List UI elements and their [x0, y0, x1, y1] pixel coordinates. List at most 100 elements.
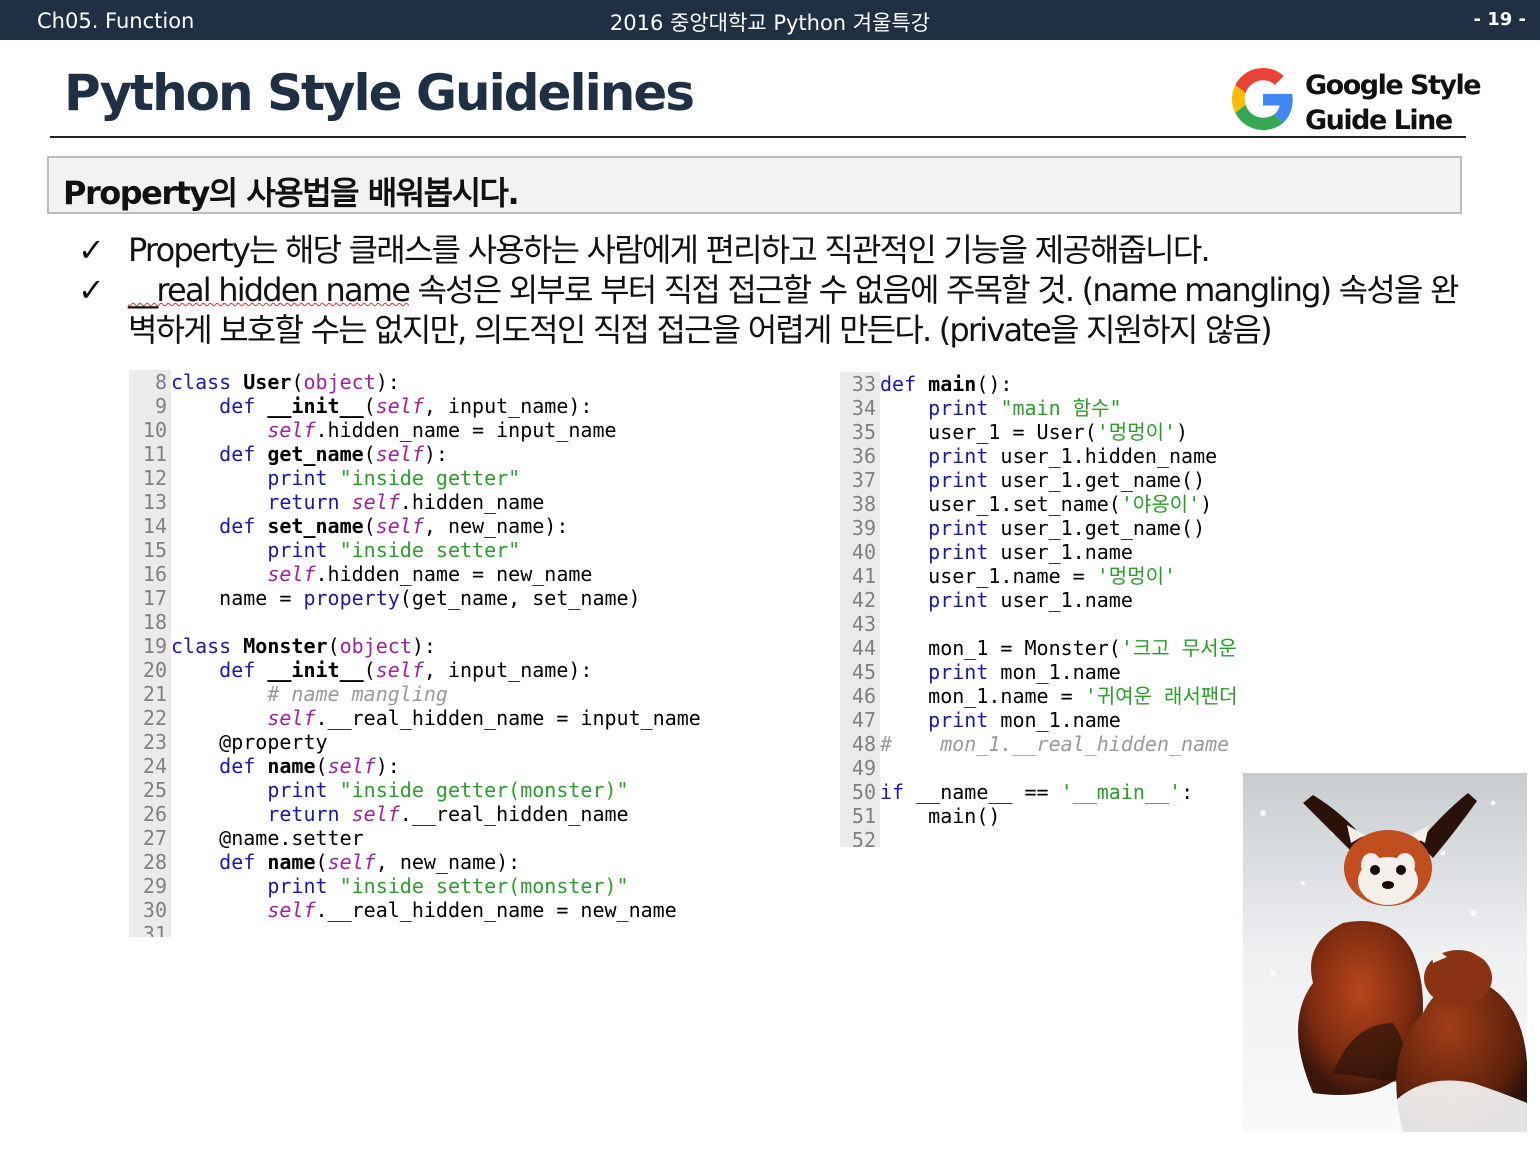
red-panda-photo	[1243, 773, 1527, 1132]
code-line: 14 def set_name(self, new_name):	[129, 514, 568, 538]
code-line: 24 def name(self):	[129, 754, 400, 778]
code-text: print user_1.get_name()	[928, 468, 1206, 492]
code-line: 25 print "inside getter(monster)"	[129, 778, 629, 802]
code-line: 20 def __init__(self, input_name):	[129, 658, 593, 682]
line-number: 27	[142, 826, 167, 850]
code-text: def name(self):	[219, 754, 400, 778]
check-icon: ✓	[78, 271, 105, 309]
google-g-icon	[1232, 68, 1293, 130]
code-line: 30 self.__real_hidden_name = new_name	[129, 898, 677, 922]
line-number: 25	[142, 778, 167, 802]
code-text: mon_1.name = '귀여운 래서팬더'	[880, 684, 1240, 708]
code-line: 34 print "main 함수"	[840, 396, 1122, 420]
section-heading: Property의 사용법을 배워봅시다.	[63, 174, 520, 212]
style-guide-line2: Guide Line	[1305, 105, 1453, 136]
page-number: - 19 -	[1473, 9, 1526, 30]
line-number: 29	[142, 874, 167, 898]
code-text: def __init__(self, input_name):	[219, 394, 593, 418]
line-number: 10	[142, 418, 167, 442]
code-text: return self.__real_hidden_name	[267, 802, 629, 826]
code-text: user_1.set_name('야옹이')	[880, 492, 1213, 516]
code-line: 47 print mon_1.name	[840, 708, 1121, 732]
line-number: 22	[142, 706, 167, 730]
code-line: 29 print "inside setter(monster)"	[129, 874, 629, 898]
code-line: 11 def get_name(self):	[129, 442, 448, 466]
style-guide-label: Google Style Guide Line	[1305, 68, 1482, 138]
code-line: 26 return self.__real_hidden_name	[129, 802, 629, 826]
line-number: 48	[851, 732, 876, 756]
line-number: 35	[851, 420, 876, 444]
line-number: 33	[851, 372, 876, 396]
code-text: print "main 함수"	[928, 396, 1122, 420]
line-number: 28	[142, 850, 167, 874]
code-line: 51 main()	[840, 804, 1001, 828]
line-number: 52	[851, 828, 876, 847]
code-text: class Monster(object):	[171, 634, 436, 658]
code-line: 44 mon_1 = Monster('크고 무서운 래서팬더')	[840, 636, 1240, 660]
code-line: 8 class User(object):	[129, 370, 400, 394]
line-number: 17	[142, 586, 167, 610]
bullet-item: ✓ Property는 해당 클래스를 사용하는 사람에게 편리하고 직관적인 …	[78, 230, 1468, 270]
code-text: print user_1.name	[928, 540, 1133, 564]
code-text: print "inside getter"	[267, 466, 521, 490]
code-line: 38 user_1.set_name('야옹이')	[840, 492, 1212, 516]
code-line: 48# mon_1.__real_hidden_name # error	[840, 732, 1240, 756]
line-number: 37	[851, 468, 876, 492]
code-block-left: 8 class User(object): 9 def __init__(self,…	[129, 370, 769, 937]
code-line: 9 def __init__(self, input_name):	[129, 394, 593, 418]
line-number: 9	[154, 394, 167, 418]
code-line: 49	[840, 756, 880, 780]
code-text: mon_1 = Monster('크고 무서운 래서팬더')	[880, 636, 1237, 660]
code-line: 19 class Monster(object):	[129, 634, 436, 658]
code-line: 45 print mon_1.name	[840, 660, 1121, 684]
code-text: def get_name(self):	[219, 442, 448, 466]
line-number: 20	[142, 658, 167, 682]
slide-title: Python Style Guidelines	[64, 64, 695, 122]
bullet-item: ✓ __real hidden name 속성은 외부로 부터 직접 접근할 수…	[78, 270, 1468, 350]
code-line: 15 print "inside setter"	[129, 538, 520, 562]
line-number: 47	[851, 708, 876, 732]
line-number: 43	[851, 612, 876, 636]
line-number: 16	[142, 562, 167, 586]
line-number: 44	[851, 636, 876, 660]
code-text: print user_1.get_name()	[928, 516, 1206, 540]
code-line: 10 self.hidden_name = input_name	[129, 418, 617, 442]
code-text: print mon_1.name	[928, 660, 1121, 684]
line-number: 38	[851, 492, 876, 516]
line-number: 42	[851, 588, 876, 612]
code-text: # name mangling	[267, 682, 448, 706]
code-text: @property	[219, 730, 328, 754]
section-heading-box: Property의 사용법을 배워봅시다.	[47, 156, 1462, 214]
line-number: 24	[142, 754, 167, 778]
line-number: 19	[142, 634, 167, 658]
title-divider	[50, 136, 1466, 138]
code-text: @name.setter	[219, 826, 364, 850]
code-line: 18	[129, 610, 171, 634]
course-title: 2016 중앙대학교 Python 겨울특강	[609, 11, 931, 35]
code-text: print "inside setter(monster)"	[267, 874, 629, 898]
code-line: 33 def main():	[840, 372, 1013, 396]
code-text: print mon_1.name	[928, 708, 1121, 732]
code-text: class User(object):	[171, 370, 400, 394]
code-text: print user_1.name	[928, 588, 1133, 612]
code-text: user_1 = User('멍멍이')	[880, 420, 1189, 444]
code-text: name = property(get_name, set_name)	[171, 586, 641, 610]
code-text: print "inside setter"	[267, 538, 521, 562]
code-line: 17 name = property(get_name, set_name)	[129, 586, 641, 610]
line-number: 36	[851, 444, 876, 468]
code-text: self.hidden_name = new_name	[267, 562, 593, 586]
line-number: 39	[851, 516, 876, 540]
code-block-right: 33 def main(): 34 print "main 함수" 35 user_1…	[840, 372, 1240, 847]
code-line: 13 return self.hidden_name	[129, 490, 544, 514]
line-number: 45	[851, 660, 876, 684]
code-line: 21 # name mangling	[129, 682, 448, 706]
code-line: 50 if __name__ == '__main__':	[840, 780, 1193, 804]
code-line: 28 def name(self, new_name):	[129, 850, 520, 874]
code-text: def main():	[880, 372, 1013, 396]
code-line: 40 print user_1.name	[840, 540, 1133, 564]
line-number: 21	[142, 682, 167, 706]
code-line: 35 user_1 = User('멍멍이')	[840, 420, 1188, 444]
check-icon: ✓	[78, 231, 105, 269]
line-number: 34	[851, 396, 876, 420]
code-line: 43	[840, 612, 880, 636]
